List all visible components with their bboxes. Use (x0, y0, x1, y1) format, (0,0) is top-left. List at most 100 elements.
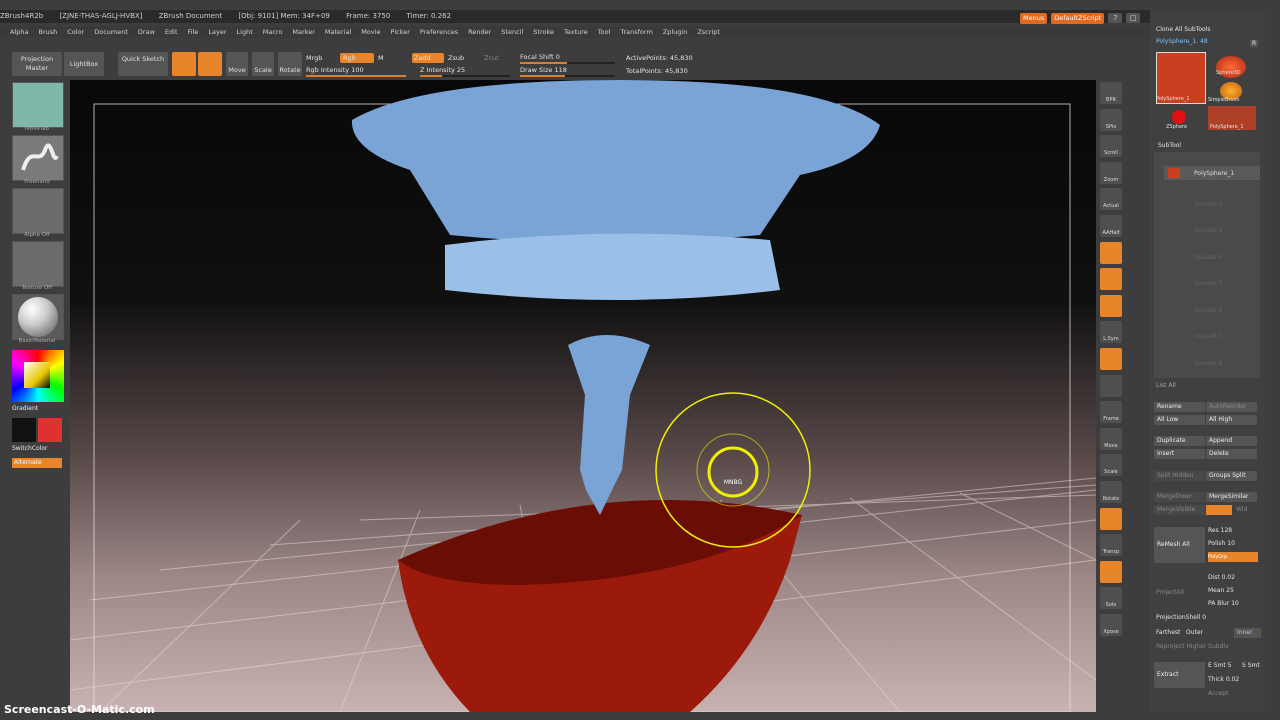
menu-tool[interactable]: Tool (598, 28, 611, 36)
rgb-intensity-slider[interactable]: Rgb Intensity 100 (306, 66, 364, 74)
menu-macro[interactable]: Macro (263, 28, 283, 36)
layout-button[interactable]: □ (1126, 13, 1141, 23)
switch-color-button[interactable]: SwitchColor (12, 445, 48, 452)
secondary-color-swatch[interactable] (38, 418, 62, 442)
m-toggle[interactable]: M (378, 54, 384, 62)
subtool-item[interactable]: Unused 2 (1194, 201, 1222, 208)
inner-toggle[interactable]: Inner (1234, 628, 1261, 638)
subtool-item[interactable]: Unused 5 (1194, 280, 1222, 287)
menu-render[interactable]: Render (468, 28, 491, 36)
menu-stroke[interactable]: Stroke (533, 28, 554, 36)
rotate-button[interactable]: Rotate (278, 52, 302, 76)
texture-thumbnail[interactable] (12, 241, 64, 287)
menus-button[interactable]: Menus (1020, 12, 1048, 24)
zsphere-thumb[interactable] (1172, 110, 1186, 124)
polygroups-toggle[interactable]: PolyGrp (1208, 552, 1258, 562)
canvas-viewport[interactable]: MNBG (70, 80, 1096, 712)
focal-shift-track[interactable] (520, 62, 615, 64)
projection-shell-slider[interactable]: ProjectionShell 0 (1156, 614, 1206, 621)
right-icon-aahalf[interactable]: AAHalf (1100, 215, 1122, 237)
subtool-item[interactable]: Unused 6 (1194, 307, 1222, 314)
right-icon-toggle-8[interactable] (1100, 294, 1122, 317)
right-icon-zoom[interactable]: Zoom (1100, 161, 1122, 184)
menu-draw[interactable]: Draw (138, 28, 155, 36)
e-smt-slider[interactable]: E Smt 5 (1208, 662, 1231, 669)
thick-slider[interactable]: Thick 0.02 (1208, 676, 1239, 683)
accept-button[interactable]: Accept (1208, 690, 1228, 697)
reproject-higher-subdiv[interactable]: Reproject Higher Subdiv (1156, 643, 1229, 650)
merge-visible-button[interactable]: MergeVisible (1154, 505, 1205, 515)
delete-button[interactable]: Delete (1206, 449, 1257, 459)
all-low-button[interactable]: All Low (1154, 415, 1205, 425)
menu-preferences[interactable]: Preferences (420, 28, 458, 36)
mrgb-toggle[interactable]: Mrgb (306, 54, 322, 62)
menu-brush[interactable]: Brush (38, 28, 57, 36)
menu-transform[interactable]: Transform (620, 28, 652, 36)
menu-movie[interactable]: Movie (361, 28, 380, 36)
gradient-label[interactable]: Gradient (12, 405, 38, 412)
rename-button[interactable]: Rename (1154, 402, 1205, 412)
subtool-item[interactable]: Unused 3 (1194, 227, 1222, 234)
menu-alpha[interactable]: Alpha (10, 28, 28, 36)
farthest-toggle[interactable]: Farthest (1156, 629, 1180, 636)
move-button[interactable]: Move (226, 52, 248, 76)
color-picker[interactable] (12, 350, 64, 402)
list-all-button[interactable]: List All (1156, 382, 1176, 389)
project-all-button[interactable]: ProjectAll (1156, 589, 1184, 596)
right-icon-spix[interactable]: SPix (1100, 108, 1122, 131)
right-icon-scale[interactable]: Scale (1100, 454, 1122, 477)
color-square[interactable] (24, 362, 50, 388)
help-button[interactable]: ? (1108, 13, 1123, 23)
alpha-thumbnail[interactable] (12, 188, 64, 234)
subtool-item[interactable]: Unused 7 (1194, 333, 1222, 340)
right-icon-toggle-11[interactable] (1100, 374, 1122, 397)
right-icon-toggle-18[interactable] (1100, 560, 1122, 583)
subtool-item[interactable]: Unused 8 (1194, 360, 1222, 367)
menu-texture[interactable]: Texture (564, 28, 588, 36)
edit-mode-button[interactable] (172, 52, 196, 76)
insert-button[interactable]: Insert (1154, 449, 1205, 459)
mean-slider[interactable]: Mean 25 (1208, 587, 1234, 594)
focal-shift-slider[interactable]: Focal Shift 0 (520, 53, 560, 61)
dist-slider[interactable]: Dist 0.02 (1208, 574, 1235, 581)
split-hidden-button[interactable]: Split Hidden (1154, 471, 1205, 481)
clone-all-subtools[interactable]: Clone All SubTools (1156, 26, 1210, 33)
draw-size-track[interactable] (520, 75, 615, 77)
right-icon-xpose[interactable]: Xpose (1100, 614, 1122, 636)
right-icon-move[interactable]: Move (1100, 427, 1122, 450)
right-icon-scroll[interactable]: Scroll (1100, 135, 1122, 158)
brush-thumbnail[interactable] (12, 82, 64, 128)
r-button[interactable]: R (1250, 40, 1259, 47)
right-icon-solo[interactable]: Solo (1100, 587, 1122, 610)
extract-button[interactable]: Extract (1154, 662, 1205, 688)
res-slider[interactable]: Res 128 (1208, 527, 1232, 534)
zsub-toggle[interactable]: Zsub (448, 54, 464, 62)
zadd-toggle[interactable]: Zadd (412, 53, 444, 63)
autoreorder-button[interactable]: AutoReorder (1206, 402, 1257, 412)
scale-button[interactable]: Scale (252, 52, 274, 76)
main-color-swatch[interactable] (12, 418, 36, 442)
menu-color[interactable]: Color (67, 28, 84, 36)
menu-edit[interactable]: Edit (165, 28, 178, 36)
all-high-button[interactable]: All High (1206, 415, 1257, 425)
right-icon-toggle-10[interactable] (1100, 348, 1122, 370)
s-smt-slider[interactable]: S Smt (1242, 662, 1260, 669)
weld-toggle[interactable]: Wld (1206, 505, 1247, 515)
right-icon-bpr[interactable]: BPR (1100, 82, 1122, 104)
subtool-item[interactable]: PolySphere_1 (1194, 170, 1234, 177)
menu-light[interactable]: Light (237, 28, 253, 36)
projection-master-button[interactable]: Projection Master (12, 52, 62, 76)
right-icon-actual[interactable]: Actual (1100, 188, 1122, 211)
rgb-toggle[interactable]: Rgb (340, 53, 374, 63)
append-button[interactable]: Append (1206, 436, 1257, 446)
menu-material[interactable]: Material (325, 28, 351, 36)
right-icon-lsym[interactable]: L.Sym (1100, 321, 1122, 344)
alternate-button[interactable]: Alternate (12, 458, 62, 468)
menu-layer[interactable]: Layer (208, 28, 226, 36)
z-intensity-slider[interactable]: Z Intensity 25 (420, 66, 465, 74)
subtool-header[interactable]: SubTool (1158, 142, 1181, 149)
material-thumbnail[interactable] (12, 294, 64, 340)
lightbox-button[interactable]: LightBox (64, 52, 104, 76)
menu-picker[interactable]: Picker (391, 28, 410, 36)
pa-blur-slider[interactable]: PA Blur 10 (1208, 600, 1239, 607)
